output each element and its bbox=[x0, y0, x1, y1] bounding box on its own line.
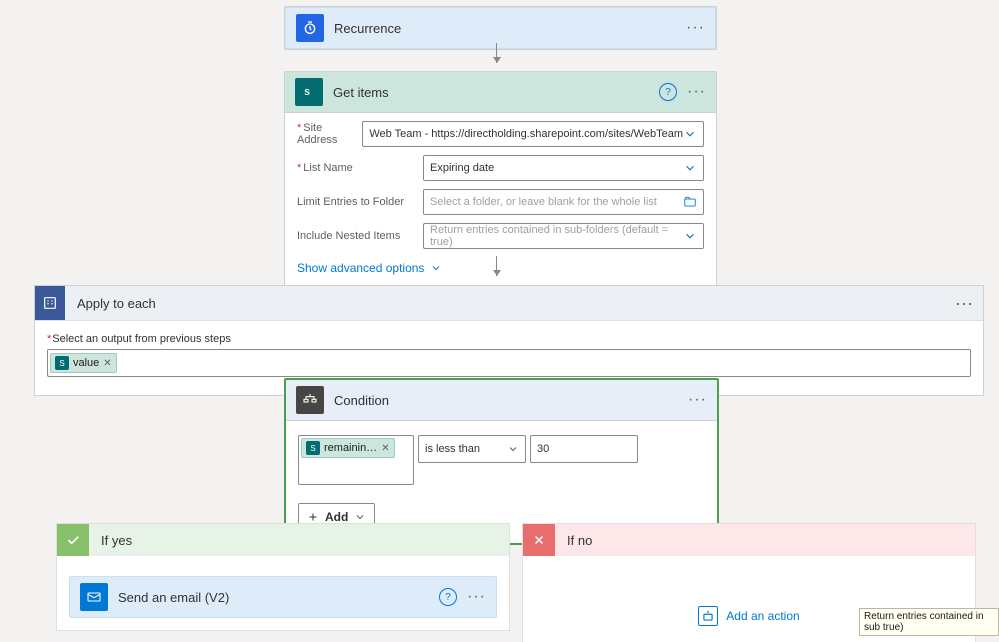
site-address-field[interactable]: Web Team - https://directholding.sharepo… bbox=[362, 121, 704, 147]
sharepoint-icon: S bbox=[306, 441, 320, 455]
list-name-label: List Name bbox=[297, 162, 413, 174]
apply-to-each-title: Apply to each bbox=[77, 296, 933, 311]
recurrence-title: Recurrence bbox=[334, 21, 676, 36]
apply-to-each-menu-icon[interactable]: ··· bbox=[945, 293, 983, 314]
chevron-down-icon bbox=[683, 161, 697, 175]
site-address-label: Site Address bbox=[297, 122, 352, 146]
list-name-field[interactable]: Expiring date bbox=[423, 155, 704, 181]
get-items-menu-icon[interactable]: ··· bbox=[687, 83, 706, 101]
condition-left-operand[interactable]: S remainin… ✕ bbox=[298, 435, 414, 485]
recurrence-menu-icon[interactable]: ··· bbox=[686, 19, 705, 37]
svg-text:S: S bbox=[304, 88, 310, 97]
nested-label: Include Nested Items bbox=[297, 230, 413, 242]
condition-title: Condition bbox=[334, 393, 678, 408]
condition-operator[interactable]: is less than bbox=[418, 435, 526, 463]
limit-folder-label: Limit Entries to Folder bbox=[297, 196, 413, 208]
chevron-down-icon bbox=[430, 262, 442, 274]
output-field[interactable]: S value ✕ bbox=[47, 349, 971, 377]
connector-arrow bbox=[496, 43, 497, 63]
chevron-down-icon bbox=[507, 443, 519, 455]
get-items-title: Get items bbox=[333, 85, 649, 100]
send-email-menu-icon[interactable]: ··· bbox=[467, 588, 486, 606]
tooltip: Return entries contained in sub true) bbox=[859, 608, 999, 636]
connector-arrow bbox=[496, 256, 497, 276]
output-label: Select an output from previous steps bbox=[47, 333, 971, 345]
remove-token-icon[interactable]: ✕ bbox=[381, 443, 389, 454]
if-no-title: If no bbox=[555, 533, 592, 548]
help-icon[interactable]: ? bbox=[659, 83, 677, 101]
send-email-title: Send an email (V2) bbox=[118, 590, 429, 605]
get-items-card: S Get items ? ··· Site Address Web Team … bbox=[284, 71, 717, 292]
help-icon[interactable]: ? bbox=[439, 588, 457, 606]
chevron-down-icon bbox=[683, 127, 697, 141]
plus-icon bbox=[698, 606, 718, 626]
outlook-icon bbox=[80, 583, 108, 611]
condition-menu-icon[interactable]: ··· bbox=[688, 391, 707, 409]
limit-folder-field[interactable]: Select a folder, or leave blank for the … bbox=[423, 189, 704, 215]
remaining-token[interactable]: S remainin… ✕ bbox=[301, 438, 395, 458]
check-icon bbox=[57, 524, 89, 556]
send-email-card[interactable]: Send an email (V2) ? ··· bbox=[69, 576, 497, 618]
condition-card: Condition ··· S remainin… ✕ is less than… bbox=[284, 378, 719, 545]
close-icon bbox=[523, 524, 555, 556]
nested-field[interactable]: Return entries contained in sub-folders … bbox=[423, 223, 704, 249]
loop-icon bbox=[35, 286, 65, 320]
sharepoint-icon: S bbox=[55, 356, 69, 370]
sharepoint-icon: S bbox=[295, 78, 323, 106]
recurrence-card[interactable]: Recurrence ··· bbox=[284, 6, 717, 50]
plus-icon bbox=[307, 511, 319, 523]
value-token[interactable]: S value ✕ bbox=[50, 353, 117, 373]
condition-right-operand[interactable]: 30 bbox=[530, 435, 638, 463]
folder-icon[interactable] bbox=[683, 195, 697, 209]
if-yes-title: If yes bbox=[89, 533, 132, 548]
recurrence-icon bbox=[296, 14, 324, 42]
if-yes-branch: If yes Send an email (V2) ? ··· bbox=[56, 523, 510, 631]
chevron-down-icon bbox=[683, 229, 697, 243]
condition-icon bbox=[296, 386, 324, 414]
remove-token-icon[interactable]: ✕ bbox=[103, 358, 111, 369]
chevron-down-icon bbox=[354, 511, 366, 523]
